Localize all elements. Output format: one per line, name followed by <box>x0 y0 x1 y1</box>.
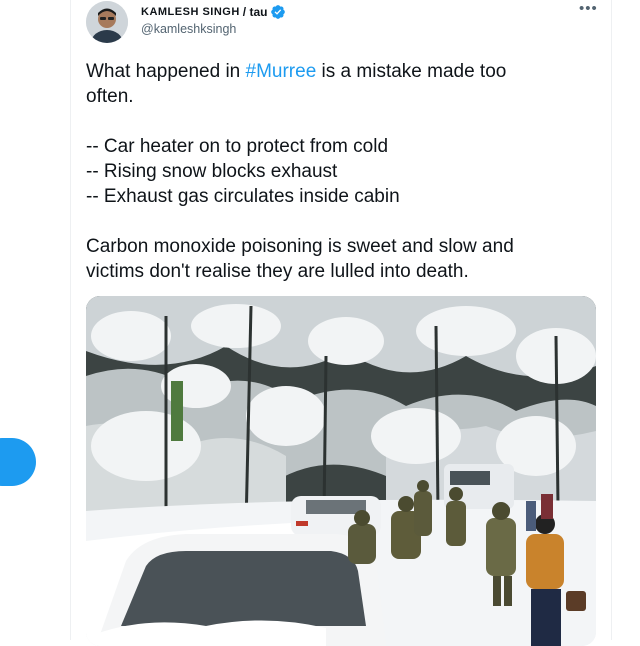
display-name[interactable]: KAMLESH SINGH <box>141 6 240 18</box>
handle[interactable]: @kamleshksingh <box>141 22 236 36</box>
verified-badge-icon <box>271 5 286 19</box>
text-segment: What happened in <box>86 61 246 82</box>
tweet-bullet-list: -- Car heater on to protect from cold --… <box>86 134 591 209</box>
bullet-item: -- Exhaust gas circulates inside cabin <box>86 186 400 207</box>
text-segment: is a mistake made too <box>316 61 507 82</box>
paragraph-3-line-2: victims don't realise they are lulled in… <box>86 261 469 282</box>
tweet-card: KAMLESH SINGH / tau @kamleshksingh ••• W… <box>70 0 612 646</box>
paragraph-1-line-2: often. <box>86 86 134 107</box>
hashtag-link[interactable]: #Murree <box>246 61 317 82</box>
paragraph-3-line-1: Carbon monoxide poisoning is sweet and s… <box>86 236 514 257</box>
tweet-paragraph-1: What happened in #Murree is a mistake ma… <box>86 59 591 109</box>
avatar-image <box>86 1 128 43</box>
background-left <box>0 0 70 640</box>
snowy-road-photo <box>86 296 596 646</box>
bullet-item: -- Car heater on to protect from cold <box>86 136 389 157</box>
author-name-row[interactable]: KAMLESH SINGH / tau <box>141 4 286 20</box>
bullet-item: -- Rising snow blocks exhaust <box>86 161 338 182</box>
name-suffix: / tau <box>242 5 268 19</box>
tweet-paragraph-3: Carbon monoxide poisoning is sweet and s… <box>86 234 591 284</box>
avatar[interactable] <box>86 1 128 43</box>
paragraph-1-line-1: What happened in #Murree is a mistake ma… <box>86 59 591 84</box>
more-horizontal-icon[interactable]: ••• <box>579 0 598 17</box>
background-right <box>610 0 640 640</box>
tweet-photo[interactable] <box>86 296 596 646</box>
